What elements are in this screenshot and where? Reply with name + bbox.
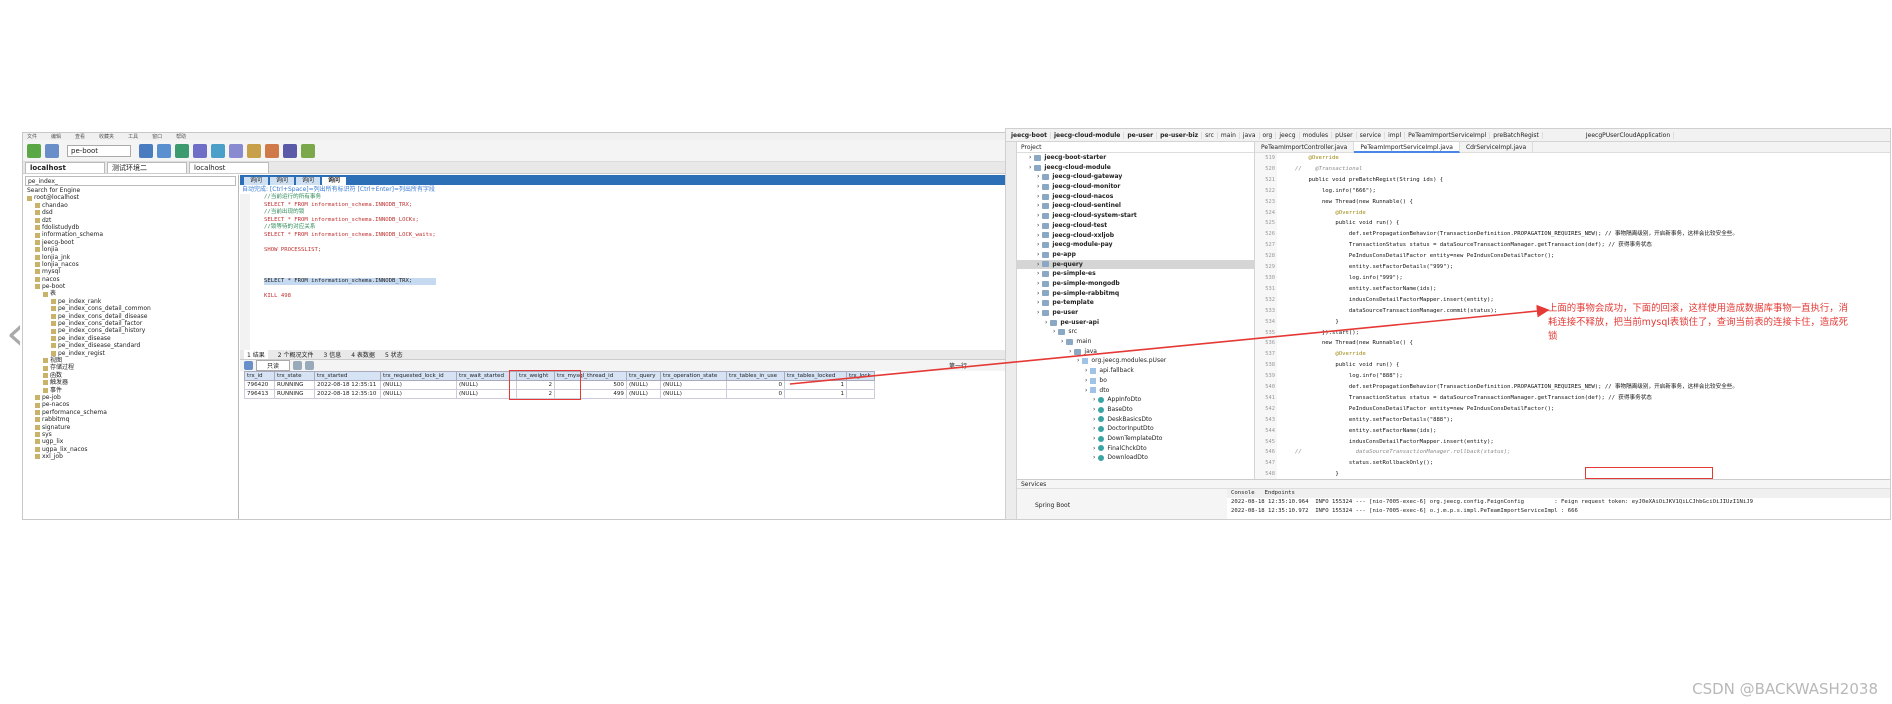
watermark: CSDN @BACKWASH2038 — [1692, 680, 1878, 698]
annotation-arrow — [789, 304, 1550, 385]
annotation-text: 上面的事物会成功，下面的回滚，这样使用造成数据库事物一直执行，消耗连接不释放，把… — [1548, 303, 1849, 342]
